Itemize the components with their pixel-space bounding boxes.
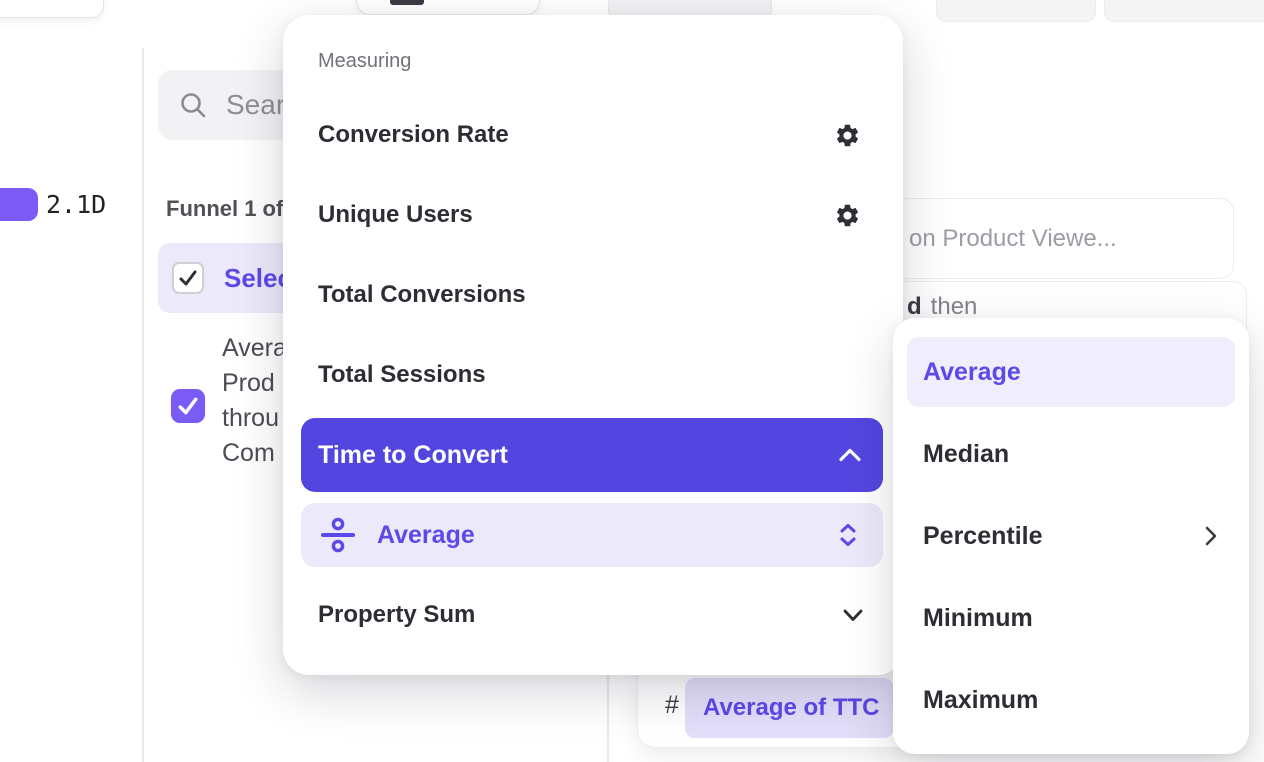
toolbar-segment-right-partial[interactable] — [1104, 0, 1264, 22]
toolbar-segment-left-partial[interactable] — [936, 0, 1096, 22]
submenu-item-label: Median — [923, 440, 1217, 469]
metric-dropdown-label: Average of TTC — [703, 694, 879, 722]
settings-gear-icon[interactable] — [834, 122, 861, 149]
submenu-item-label: Average — [923, 358, 1217, 387]
numeric-type-symbol: # — [665, 691, 679, 720]
chevron-right-icon — [1205, 526, 1217, 546]
aggregation-label: Average — [377, 521, 839, 550]
chevron-down-icon — [843, 609, 863, 622]
left-panel-divider — [142, 48, 144, 762]
chart-type-icon — [390, 0, 424, 5]
submenu-item-median[interactable]: Median — [907, 419, 1235, 489]
right-panel-divider — [607, 672, 609, 762]
menu-item-total-conversions[interactable]: Total Conversions — [283, 255, 903, 335]
menu-section-title: Measuring — [318, 50, 411, 73]
series-color-swatch — [0, 188, 38, 221]
menu-item-label: Total Conversions — [318, 281, 861, 309]
menu-item-total-sessions[interactable]: Total Sessions — [283, 335, 903, 415]
settings-gear-icon[interactable] — [834, 202, 861, 229]
submenu-item-label: Minimum — [923, 604, 1217, 633]
submenu-item-percentile[interactable]: Percentile — [907, 501, 1235, 571]
menu-item-label: Unique Users — [318, 201, 834, 229]
menu-item-label: Conversion Rate — [318, 121, 834, 149]
selected-item-label: Time to Convert — [318, 441, 839, 470]
then-step-label: dthen — [907, 293, 977, 321]
funnel-count-label: Funnel 1 of — [166, 196, 283, 222]
selected-funnel-label: Selec — [224, 263, 292, 294]
submenu-item-average-selected[interactable]: Average — [907, 337, 1235, 407]
submenu-item-maximum[interactable]: Maximum — [907, 665, 1235, 735]
menu-item-unique-users[interactable]: Unique Users — [283, 175, 903, 255]
submenu-item-label: Maximum — [923, 686, 1217, 715]
funnel-description: Avera Prod throu Com — [222, 331, 287, 471]
aggregation-selector-row[interactable]: Average — [301, 503, 883, 567]
chevron-up-icon — [839, 448, 861, 462]
menu-item-time-to-convert-selected[interactable]: Time to Convert — [301, 418, 883, 492]
search-icon — [178, 90, 208, 120]
series-value-label: 2.1D — [46, 190, 106, 219]
sort-updown-icon — [839, 523, 857, 547]
average-aggregation-icon — [321, 517, 355, 553]
measuring-menu-panel: Measuring Conversion Rate Unique Users T… — [283, 15, 903, 675]
aggregation-submenu-panel: Average Median Percentile Minimum Maximu… — [893, 318, 1249, 754]
event-selector-value: on Product Viewe... — [909, 225, 1117, 253]
submenu-item-minimum[interactable]: Minimum — [907, 583, 1235, 653]
submenu-item-label: Percentile — [923, 522, 1205, 551]
metric-dropdown-pill[interactable]: Average of TTC — [685, 678, 894, 738]
menu-item-label: Total Sessions — [318, 361, 861, 389]
menu-item-label: Property Sum — [318, 601, 843, 629]
partial-card-top-left[interactable] — [0, 0, 104, 18]
menu-item-property-sum[interactable]: Property Sum — [283, 577, 903, 653]
checkbox-purple-checked[interactable] — [171, 389, 205, 423]
toolbar-button-partial[interactable] — [356, 0, 540, 15]
menu-item-conversion-rate[interactable]: Conversion Rate — [283, 95, 903, 175]
checkbox-checked[interactable] — [172, 262, 204, 294]
